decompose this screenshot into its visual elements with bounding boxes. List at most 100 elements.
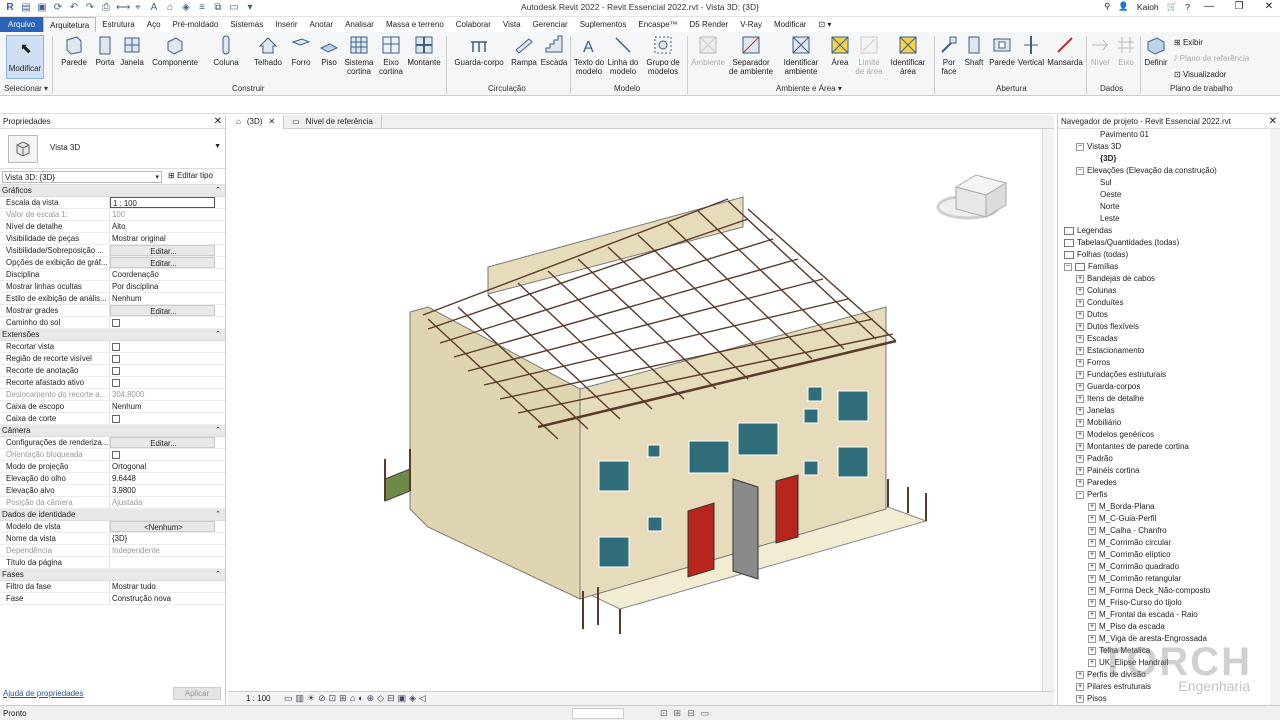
browser-tree-item[interactable]: + Painéis cortina bbox=[1058, 465, 1270, 477]
user-name[interactable]: Kaioh bbox=[1137, 2, 1159, 12]
expand-icon[interactable]: + bbox=[1088, 562, 1096, 571]
browser-tree-item[interactable]: + M_Corrimão retangular bbox=[1058, 573, 1270, 585]
browser-tree-item[interactable]: Oeste bbox=[1058, 189, 1270, 201]
status-icons[interactable]: ⊡⊞⊟▭ bbox=[660, 708, 715, 719]
tab-suplementos[interactable]: Suplementos bbox=[574, 17, 633, 32]
expand-icon[interactable]: + bbox=[1076, 682, 1084, 691]
collapse-group-icon[interactable]: ⌃ bbox=[215, 329, 221, 341]
expand-icon[interactable]: + bbox=[1088, 538, 1096, 547]
wall-button[interactable]: Parede bbox=[58, 34, 90, 67]
tab-sistemas[interactable]: Sistemas bbox=[224, 17, 269, 32]
checkbox[interactable] bbox=[112, 414, 120, 423]
browser-tree-item[interactable]: + Janelas bbox=[1058, 405, 1270, 417]
collapse-group-icon[interactable]: ⌃ bbox=[215, 569, 221, 581]
browser-tree-item[interactable]: Folhas (todas) bbox=[1058, 249, 1270, 261]
property-group[interactable]: Gráficos ⌃ bbox=[0, 185, 225, 197]
browser-tree-item[interactable]: + Guarda-corpos bbox=[1058, 381, 1270, 393]
browser-tree-item[interactable]: + Dutos flexíveis bbox=[1058, 321, 1270, 333]
ceiling-button[interactable]: Forro bbox=[288, 34, 314, 67]
browser-tree-item[interactable]: Tabelas/Quantidades (todas) bbox=[1058, 237, 1270, 249]
property-group[interactable]: Dados de identidade ⌃ bbox=[0, 509, 225, 521]
expand-icon[interactable]: + bbox=[1076, 298, 1084, 307]
expand-icon[interactable]: + bbox=[1076, 406, 1084, 415]
apply-button[interactable]: Aplicar bbox=[173, 687, 221, 700]
browser-tree-item[interactable]: + Forros bbox=[1058, 357, 1270, 369]
property-value[interactable]: {3D} bbox=[110, 533, 215, 544]
collapse-icon[interactable]: − bbox=[1076, 142, 1084, 151]
browser-tree-item[interactable]: Sul bbox=[1058, 177, 1270, 189]
curtain-system-button[interactable]: Sistema cortina bbox=[343, 34, 375, 76]
tab-3d-view[interactable]: ⌂ (3D) ✕ bbox=[228, 115, 285, 129]
expand-icon[interactable]: + bbox=[1076, 394, 1084, 403]
expand-icon[interactable]: + bbox=[1076, 334, 1084, 343]
browser-tree-item[interactable]: + M_Corrimão elíptico bbox=[1058, 549, 1270, 561]
properties-help-link[interactable]: Ajuda de propriedades bbox=[3, 689, 84, 698]
expand-icon[interactable]: + bbox=[1076, 274, 1084, 283]
dormer-button[interactable]: Mansarda bbox=[1046, 34, 1084, 67]
by-face-button[interactable]: Por face bbox=[936, 34, 962, 76]
tab-colaborar[interactable]: Colaborar bbox=[450, 17, 497, 32]
tag-area-button[interactable]: Identificar área bbox=[886, 34, 930, 76]
property-value[interactable]: 9.6448 bbox=[110, 473, 215, 484]
checkbox[interactable] bbox=[112, 342, 120, 351]
collapse-group-icon[interactable]: ⌃ bbox=[215, 185, 221, 197]
browser-tree-item[interactable]: − Famílias bbox=[1058, 261, 1270, 273]
room-area-panel-label[interactable]: Ambiente e Área ▾ bbox=[776, 84, 842, 93]
expand-icon[interactable]: + bbox=[1076, 466, 1084, 475]
browser-tree-item[interactable]: + Montantes de parede cortina bbox=[1058, 441, 1270, 453]
expand-icon[interactable]: + bbox=[1076, 310, 1084, 319]
collapse-icon[interactable]: − bbox=[1064, 262, 1072, 271]
browser-tree-item[interactable]: Pavimento 01 bbox=[1058, 129, 1270, 141]
close-icon[interactable]: ✕ bbox=[1258, 1, 1280, 12]
property-value[interactable]: Coordenação bbox=[110, 269, 215, 280]
expand-icon[interactable]: + bbox=[1088, 598, 1096, 607]
browser-tree-item[interactable]: + M_Frontal da escada - Raio bbox=[1058, 609, 1270, 621]
area-button[interactable]: Área bbox=[826, 34, 854, 67]
expand-icon[interactable]: + bbox=[1076, 454, 1084, 463]
viewcube[interactable] bbox=[936, 174, 1008, 220]
view-scale[interactable]: 1 : 100 bbox=[246, 694, 270, 703]
close-tab-icon[interactable]: ✕ bbox=[268, 115, 275, 129]
tab-reference-level[interactable]: ▭ Nível de referência bbox=[284, 115, 382, 129]
browser-tree-item[interactable]: {3D} bbox=[1058, 153, 1270, 165]
stair-button[interactable]: Escada bbox=[540, 34, 568, 67]
property-value[interactable] bbox=[110, 557, 215, 568]
curtain-grid-button[interactable]: Eixo cortina bbox=[376, 34, 406, 76]
browser-tree-item[interactable]: − Elevações (Elevação da construção) bbox=[1058, 165, 1270, 177]
floor-button[interactable]: Piso bbox=[316, 34, 342, 67]
property-value[interactable]: Por disciplina bbox=[110, 281, 215, 292]
model-canvas[interactable] bbox=[228, 129, 1042, 691]
expand-icon[interactable]: + bbox=[1076, 346, 1084, 355]
checkbox[interactable] bbox=[112, 354, 120, 363]
tab-arquitetura[interactable]: Arquitetura bbox=[43, 17, 97, 32]
tab-anotar[interactable]: Anotar bbox=[303, 17, 339, 32]
restore-icon[interactable]: ❐ bbox=[1228, 1, 1250, 12]
tab-modificar[interactable]: Modificar bbox=[768, 17, 812, 32]
checkbox[interactable] bbox=[112, 378, 120, 387]
browser-tree-item[interactable]: + M_Corrimão circular bbox=[1058, 537, 1270, 549]
collapse-group-icon[interactable]: ⌃ bbox=[215, 425, 221, 437]
browser-tree-item[interactable]: + Paredes bbox=[1058, 477, 1270, 489]
property-checkbox[interactable] bbox=[110, 353, 215, 364]
property-edit-button[interactable]: Editar... bbox=[110, 305, 215, 316]
browser-tree-item[interactable]: + M_Friso-Curso do tijolo bbox=[1058, 597, 1270, 609]
view-control-icons[interactable]: ▭▥☀⊘⊡⊞⌂◐⊕◇⊟▣◈◁ bbox=[284, 693, 429, 704]
expand-icon[interactable]: + bbox=[1088, 574, 1096, 583]
browser-tree-item[interactable]: + M_Borda-Plana bbox=[1058, 501, 1270, 513]
property-edit-button[interactable]: Editar... bbox=[110, 257, 215, 268]
type-dropdown-icon[interactable]: ▼ bbox=[214, 143, 221, 150]
property-checkbox[interactable] bbox=[110, 365, 215, 376]
roof-button[interactable]: Telhado bbox=[252, 34, 284, 67]
door-button[interactable]: Porta bbox=[93, 34, 117, 67]
expand-icon[interactable]: + bbox=[1076, 418, 1084, 427]
property-group[interactable]: Extensões ⌃ bbox=[0, 329, 225, 341]
model-text-button[interactable]: A Texto do modelo bbox=[572, 34, 606, 76]
browser-tree-item[interactable]: + Mobiliário bbox=[1058, 417, 1270, 429]
property-value[interactable]: Mostrar original bbox=[110, 233, 215, 244]
expand-icon[interactable]: + bbox=[1076, 286, 1084, 295]
property-edit-button[interactable]: Editar... bbox=[110, 437, 215, 448]
browser-tree-item[interactable]: + M_Corrimão quadrado bbox=[1058, 561, 1270, 573]
expand-icon[interactable]: + bbox=[1088, 550, 1096, 559]
show-workplane-button[interactable]: ⊞ Exibir bbox=[1174, 38, 1203, 47]
browser-tree-item[interactable]: + Dutos bbox=[1058, 309, 1270, 321]
